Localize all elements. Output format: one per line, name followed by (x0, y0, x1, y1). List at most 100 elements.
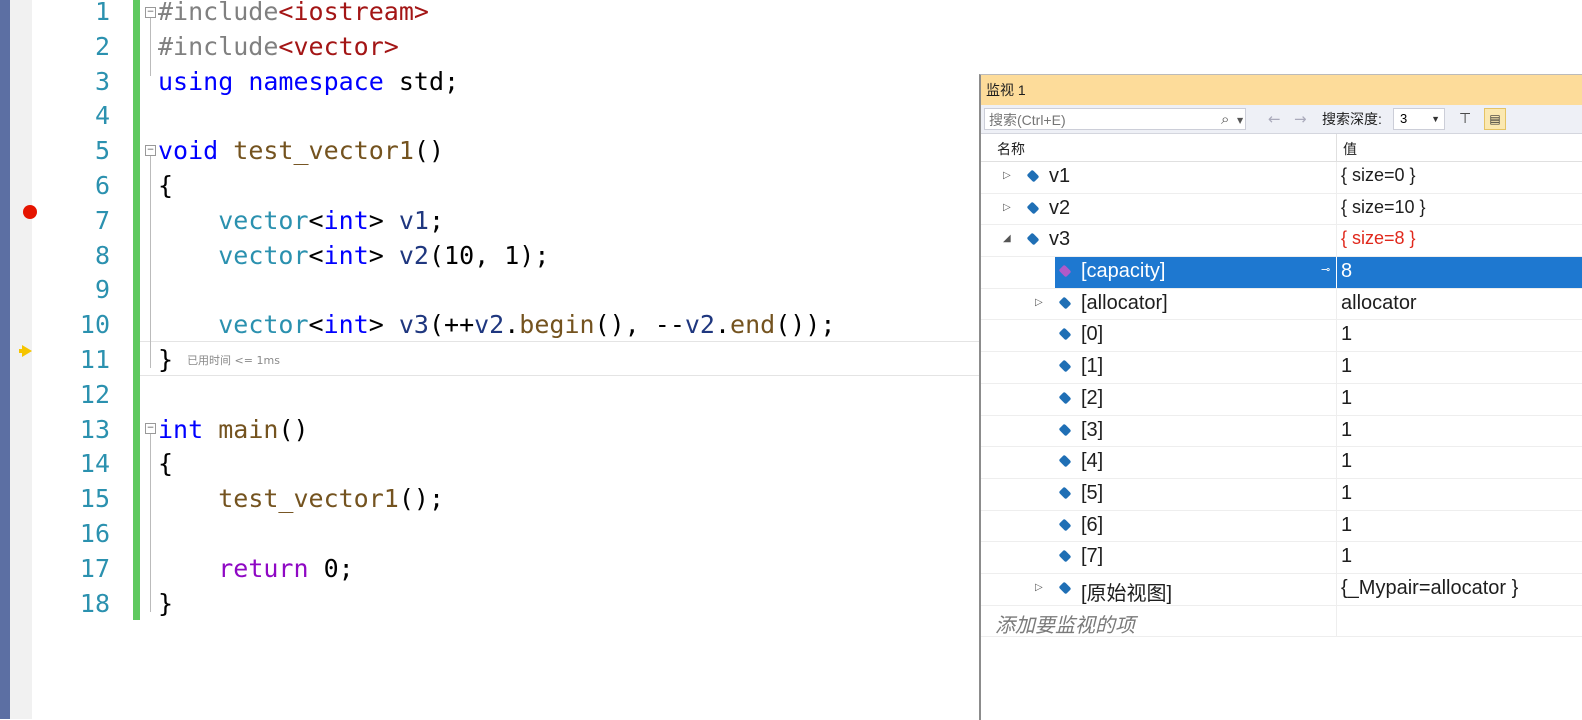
code-line-8[interactable]: vector<int> v2(10, 1); (158, 239, 549, 274)
code-line-11[interactable]: } 已用时间 <= 1ms (158, 343, 280, 378)
code-line-1[interactable]: #include<iostream> (158, 0, 429, 30)
watch-item-name: [4] (1081, 450, 1104, 473)
code-line-6[interactable]: { (158, 169, 173, 204)
value-column-header[interactable]: 值 (1343, 139, 1357, 159)
name-column-header[interactable]: 名称 (997, 139, 1025, 159)
include-path: <iostream> (278, 0, 429, 26)
watch-item-name: [1] (1081, 355, 1104, 378)
line-number: 10 (79, 310, 110, 340)
watch-row-allocator[interactable]: ▷ [allocator] allocator (981, 288, 1582, 321)
watch-window[interactable]: 监视 1 ⌕ ▼ ← → 搜索深度: 3 ▼ ⊤ ▤ 名称 值 ▷ v1 { s… (979, 74, 1582, 720)
code-line-7[interactable]: vector<int> v1; (158, 204, 444, 239)
search-icon[interactable]: ⌕ (1221, 110, 1229, 128)
variable-icon (1058, 518, 1072, 531)
add-watch-item-row[interactable]: 添加要监视的项 (981, 605, 1582, 638)
watch-row-element[interactable]: [5] 1 (981, 478, 1582, 511)
code-line-5[interactable]: void test_vector1() (158, 134, 444, 169)
collapse-icon[interactable]: − (145, 423, 156, 434)
search-depth-value: 3 (1400, 111, 1408, 126)
preprocessor-directive: #include (158, 0, 279, 26)
line-number: 9 (94, 275, 110, 305)
variable-icon (1058, 549, 1072, 563)
keyword: void (158, 136, 219, 166)
expand-arrow-icon[interactable]: ▷ (1003, 202, 1011, 213)
watch-item-name: [6] (1081, 513, 1104, 536)
variable-icon (1058, 391, 1072, 405)
code-text: < (308, 310, 324, 340)
code-line-17[interactable]: return 0; (158, 552, 353, 587)
column-divider (1336, 352, 1337, 383)
column-divider[interactable] (1336, 134, 1337, 161)
hex-display-icon[interactable]: ▤ (1484, 108, 1506, 130)
code-line-10[interactable]: vector<int> v3(++v2.begin(), --v2.end())… (158, 308, 835, 343)
watch-window-title[interactable]: 监视 1 (981, 75, 1582, 105)
function-name: main (218, 414, 279, 444)
watch-row-element[interactable]: [0] 1 (981, 320, 1582, 353)
chevron-down-icon[interactable]: ▼ (1237, 112, 1243, 130)
variable-name: v2 (474, 310, 505, 340)
glyph-margin[interactable] (10, 0, 37, 719)
collapse-icon[interactable]: − (145, 145, 156, 156)
pin-filter-icon[interactable]: ⊤ (1459, 110, 1471, 128)
line-number-gutter: 1 2 3 4 5 6 7 8 9 10 11 12 13 14 15 16 1… (32, 0, 116, 719)
code-line-14[interactable]: { (158, 447, 173, 482)
forward-arrow-icon[interactable]: → (1294, 110, 1307, 128)
column-divider (1336, 383, 1337, 415)
collapse-arrow-icon[interactable]: ◢ (1003, 233, 1011, 244)
pin-icon[interactable]: ⊸ (1321, 263, 1330, 276)
expand-arrow-icon[interactable]: ▷ (1035, 582, 1043, 593)
watch-item-name: [capacity] (1081, 260, 1166, 283)
watch-row-v3[interactable]: ◢ v3 { size=8 } (981, 225, 1582, 258)
add-watch-item-placeholder[interactable]: 添加要监视的项 (995, 609, 1135, 638)
watch-row-raw-view[interactable]: ▷ [原始视图] {_Mypair=allocator } (981, 573, 1582, 606)
watch-row-element[interactable]: [2] 1 (981, 383, 1582, 416)
watch-item-value: 1 (1341, 545, 1353, 568)
code-editor[interactable]: − − − #include<iostream> #include<vector… (140, 0, 980, 719)
variable-name: v3 (398, 310, 429, 340)
watch-row-v2[interactable]: ▷ v2 { size=10 } (981, 193, 1582, 226)
variable-icon (1058, 296, 1072, 310)
watch-search-input[interactable] (985, 109, 1221, 131)
variable-icon (1058, 454, 1072, 468)
line-number: 7 (94, 205, 110, 235)
column-divider (1336, 542, 1337, 573)
code-line-2[interactable]: #include<vector> (158, 30, 399, 65)
watch-row-element[interactable]: [3] 1 (981, 415, 1582, 448)
watch-search-box[interactable]: ⌕ ▼ (984, 108, 1246, 131)
code-text: (), -- (594, 310, 685, 340)
code-text: < (308, 205, 324, 235)
collapse-icon[interactable]: − (145, 7, 156, 18)
code-text: . (714, 310, 731, 340)
watch-item-name: [0] (1081, 323, 1104, 346)
code-text: > (368, 205, 399, 235)
expand-arrow-icon[interactable]: ▷ (1003, 170, 1011, 181)
column-divider (1336, 447, 1337, 478)
code-line-18[interactable]: } (158, 587, 173, 622)
keyword: int (158, 414, 204, 444)
line-number: 12 (79, 379, 110, 409)
expand-arrow-icon[interactable]: ▷ (1035, 297, 1043, 308)
watch-row-element[interactable]: [7] 1 (981, 542, 1582, 574)
code-text: } (158, 588, 174, 618)
search-depth-select[interactable]: 3 ▼ (1393, 108, 1445, 130)
preprocessor-directive: #include (158, 31, 279, 61)
variable-name: v2 (398, 240, 429, 270)
keyword: namespace (248, 66, 384, 96)
fold-guide (150, 18, 151, 76)
function-name: test_vector1 (233, 136, 414, 166)
watch-row-element[interactable]: [6] 1 (981, 510, 1582, 543)
watch-row-element[interactable]: [1] 1 (981, 352, 1582, 384)
line-number: 16 (79, 519, 110, 548)
watch-item-value: 1 (1341, 386, 1353, 409)
variable-icon (1026, 233, 1040, 246)
watch-row-element[interactable]: [4] 1 (981, 447, 1582, 479)
watch-row-capacity[interactable]: [capacity] ⊸ 8 (981, 257, 1582, 289)
code-line-15[interactable]: test_vector1(); (158, 482, 444, 517)
code-line-13[interactable]: int main() (158, 413, 309, 448)
watch-item-value: 1 (1341, 481, 1353, 504)
back-arrow-icon[interactable]: ← (1268, 110, 1281, 128)
watch-item-value: 1 (1341, 450, 1353, 473)
watch-item-value[interactable]: 8 (1341, 260, 1352, 283)
code-line-3[interactable]: using namespace std; (158, 65, 459, 100)
watch-row-v1[interactable]: ▷ v1 { size=0 } (981, 162, 1582, 194)
